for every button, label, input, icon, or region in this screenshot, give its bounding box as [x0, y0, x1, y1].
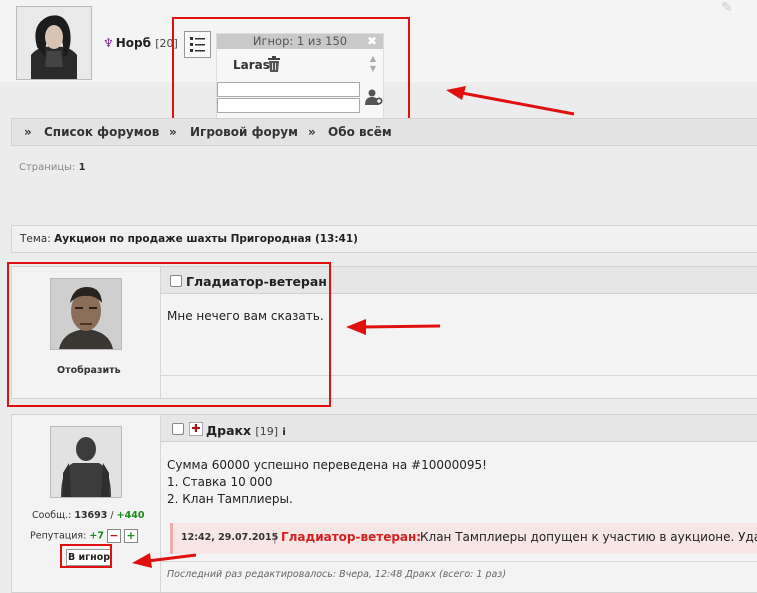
breadcrumb-separator: »: [24, 125, 32, 139]
breadcrumb: » Список форумов » Игровой форум » Обо в…: [11, 118, 757, 146]
edited-note: Последний раз редактировалось: Вчера, 12…: [167, 569, 507, 580]
annotation-arrow-post: [346, 319, 441, 335]
pen-icon[interactable]: ✎: [721, 0, 743, 16]
post-message-line: Сумма 60000 успешно переведена на #10000…: [167, 458, 487, 472]
topic-line: Тема: Аукцион по продаже шахты Пригородн…: [20, 233, 358, 245]
header-username[interactable]: Норб: [116, 36, 151, 50]
reputation-label: Репутация:: [30, 530, 87, 542]
page-current[interactable]: 1: [79, 162, 86, 173]
forum-post: Сообщ.: 13693 / +440 Репутация: +7 − + В…: [11, 414, 757, 593]
header-user-line: ♆ Норб [20]: [103, 36, 178, 50]
reputation-value: +7: [89, 530, 104, 542]
notice-time: 12:42, 29.07.2015: [181, 532, 279, 543]
annotation-arrow-ignore-button: [132, 553, 197, 568]
pages-label: Страницы:: [19, 162, 76, 173]
post-author-name[interactable]: Дракх: [206, 423, 251, 438]
topic-bar: Тема: Аукцион по продаже шахты Пригородн…: [11, 225, 757, 253]
author-messages: Сообщ.: 13693 / +440: [32, 510, 144, 521]
topic-prefix: Тема:: [20, 233, 51, 245]
notice-author[interactable]: Гладиатор-ветеран:: [281, 530, 421, 544]
messages-delta: +440: [116, 510, 145, 521]
breadcrumb-separator: »: [308, 125, 316, 139]
breadcrumb-forum-list[interactable]: Список форумов: [44, 125, 159, 139]
messages-separator: /: [110, 510, 114, 521]
reputation-minus-button[interactable]: −: [106, 529, 121, 543]
post-author-line: Дракх [19] ⅰ: [206, 423, 286, 438]
breadcrumb-game-forum[interactable]: Игровой форум: [190, 125, 298, 139]
annotation-box-popup: [172, 17, 410, 125]
post-message-line: 1. Ставка 10 000: [167, 475, 273, 489]
messages-count: 13693: [74, 510, 108, 521]
annotation-arrow-popup: [446, 86, 575, 116]
annotation-box-ignore-button: [60, 544, 112, 568]
notice-separator: |: [273, 531, 277, 544]
messages-label: Сообщ.:: [32, 510, 72, 521]
pagination: Страницы: 1: [19, 162, 86, 173]
user-avatar[interactable]: [16, 6, 92, 80]
clan-sign-icon: ♆: [103, 36, 114, 50]
clan-badge-icon[interactable]: ✚: [189, 422, 203, 436]
post-message-line: 2. Клан Тамплиеры.: [167, 492, 293, 506]
post-divider: [161, 561, 757, 562]
notice-text: Клан Тамплиеры допущен к участию в аукци…: [420, 530, 757, 544]
author-reputation: Репутация: +7 − +: [30, 529, 138, 543]
breadcrumb-about-all[interactable]: Обо всём: [328, 125, 392, 139]
breadcrumb-separator: »: [169, 125, 177, 139]
auction-notice: 12:42, 29.07.2015 | Гладиатор-ветеран: К…: [170, 523, 757, 554]
post-author-level: [19]: [255, 425, 279, 438]
annotation-box-post: [7, 262, 331, 407]
author-portrait[interactable]: [50, 426, 122, 498]
topic-title[interactable]: Аукцион по продаже шахты Пригородная (13…: [54, 233, 358, 245]
post-header: ✚ Дракх [19] ⅰ: [161, 415, 757, 442]
post-select-checkbox[interactable]: [172, 423, 184, 435]
info-icon[interactable]: ⅰ: [282, 427, 285, 438]
reputation-plus-button[interactable]: +: [124, 529, 138, 543]
